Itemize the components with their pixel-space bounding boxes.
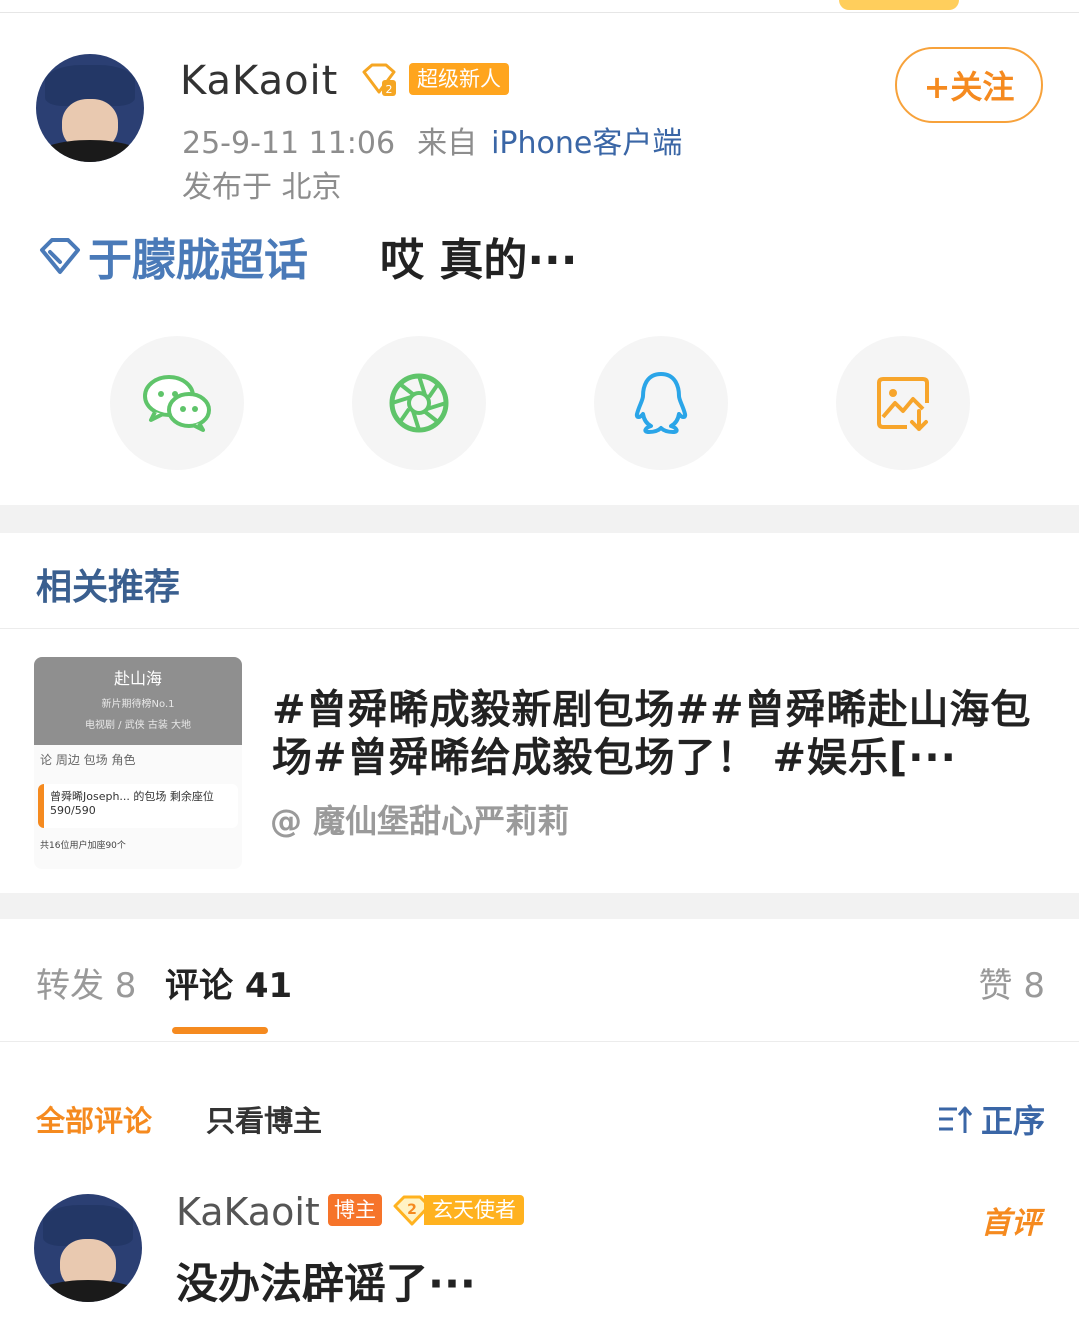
comment-text: 没办法辟谣了···: [176, 1259, 476, 1308]
related-title[interactable]: #曾舜晞成毅新剧包场##曾舜晞赴山海包场#曾舜晞给成毅包场了！ #娱乐[···: [272, 686, 1042, 782]
related-author[interactable]: @ 魔仙堡甜心严莉莉: [270, 796, 569, 842]
share-qq-button[interactable]: [594, 336, 728, 470]
post-meta: 25-9-11 11:06 来自 iPhone客户端: [182, 118, 682, 162]
active-tab-indicator: [172, 1027, 268, 1034]
rank-number: 2: [407, 1202, 417, 1218]
sort-button[interactable]: 正序: [937, 1096, 1045, 1142]
follow-button[interactable]: +关注: [895, 47, 1043, 123]
supertopic-link[interactable]: 于朦胧超话: [38, 224, 308, 288]
top-decoration: [839, 0, 959, 10]
filter-host-only[interactable]: 只看博主: [206, 1098, 322, 1140]
post-location: 发布于 北京: [182, 170, 342, 205]
filter-all-comments[interactable]: 全部评论: [36, 1098, 152, 1140]
save-image-icon: [877, 377, 929, 431]
source-link[interactable]: iPhone客户端: [491, 126, 682, 161]
section-gap: [0, 893, 1079, 919]
tab-comment[interactable]: 评论 41: [165, 958, 292, 1007]
thumb-header: 赴山海 新片期待榜No.1 电视剧 / 武侠 古装 大地: [34, 657, 242, 745]
host-badge: 博主: [328, 1194, 382, 1226]
share-moments-button[interactable]: [352, 336, 486, 470]
post-date: 25-9-11 11:06: [182, 126, 396, 161]
supertopic-label: 于朦胧超话: [88, 235, 308, 286]
avatar-shirt: [34, 1280, 142, 1302]
thumb-subtitle: 新片期待榜No.1: [101, 699, 175, 710]
comment-username[interactable]: KaKaoit: [176, 1190, 320, 1234]
thumb-card: 曾舜晞Joseph... 的包场 剩余座位590/590: [38, 784, 238, 828]
tab-like[interactable]: 赞 8: [979, 958, 1045, 1007]
avatar-shirt: [36, 140, 144, 162]
tab-repost[interactable]: 转发 8: [36, 958, 136, 1007]
avatar[interactable]: [36, 54, 144, 162]
related-section-title: 相关推荐: [36, 567, 181, 608]
thumb-foot: 共16位用户加座90个: [40, 841, 126, 851]
thumb-meta: 电视剧 / 武侠 古装 大地: [84, 720, 192, 731]
source-prefix: 来自: [417, 126, 478, 161]
thumb-title: 赴山海: [113, 669, 162, 688]
rank-badge: 2 玄天使者: [392, 1194, 524, 1226]
post-text: 哎 真的···: [380, 235, 578, 286]
comment-avatar[interactable]: [34, 1194, 142, 1302]
section-gap: [0, 505, 1079, 533]
super-newbie-badge: 超级新人: [409, 63, 509, 95]
svg-text:2: 2: [386, 83, 393, 96]
divider: [0, 628, 1079, 629]
wechat-icon: [143, 375, 211, 432]
divider: [0, 1041, 1079, 1042]
rank-badge-label: 玄天使者: [424, 1195, 524, 1225]
moments-icon: [389, 373, 449, 433]
save-image-button[interactable]: [836, 336, 970, 470]
post-username[interactable]: KaKaoit: [180, 58, 338, 104]
sort-icon: [938, 1106, 973, 1133]
thumb-tabs: 论 周边 包场 角色: [40, 753, 136, 767]
qq-icon: [634, 372, 688, 434]
related-thumbnail[interactable]: 赴山海 新片期待榜No.1 电视剧 / 武侠 古装 大地 论 周边 包场 角色 …: [34, 657, 242, 869]
sort-label: 正序: [980, 1102, 1045, 1140]
vip-diamond-icon: 2: [362, 63, 396, 96]
first-comment-label: 首评: [981, 1206, 1041, 1241]
share-wechat-button[interactable]: [110, 336, 244, 470]
supertopic-diamond-icon: [40, 238, 80, 274]
